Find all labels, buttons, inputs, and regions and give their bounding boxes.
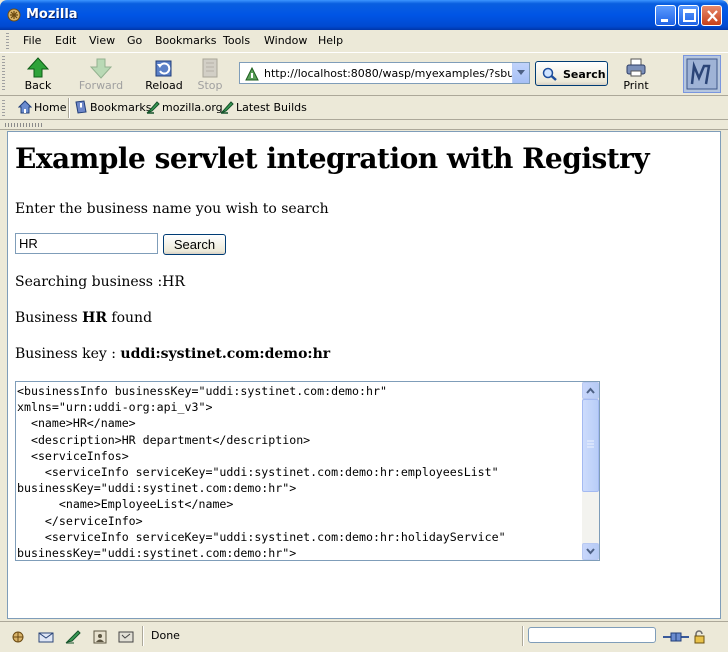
scroll-thumb[interactable] [582,399,599,492]
stop-button[interactable]: Stop [192,55,228,95]
personal-grip[interactable] [2,100,5,116]
search-icon [542,67,557,81]
latest-builds-label: Latest Builds [236,101,307,114]
forward-button[interactable]: Forward [78,55,124,95]
searching-text: Searching business :HR [15,274,185,290]
navigator-icon[interactable] [10,630,26,644]
mozilla-icon [7,8,21,22]
found-text: Business HR found [15,310,152,326]
print-button[interactable]: Print [618,55,654,95]
page-proxy-icon [245,66,259,81]
printer-icon [626,58,646,77]
searching-prefix: Searching business : [15,274,163,290]
menu-bar: File Edit View Go Bookmarks Tools Window… [0,30,728,52]
back-button[interactable]: Back [18,55,58,95]
security-lock-icon[interactable] [692,630,708,644]
back-label: Back [24,79,52,92]
searching-value: HR [162,274,185,290]
url-history-dropdown[interactable] [512,63,529,83]
chat-icon[interactable] [118,630,134,644]
xml-scrollbar[interactable] [582,382,599,560]
scroll-down-button[interactable] [582,543,599,560]
home-button[interactable]: Home [18,100,66,114]
home-label: Home [34,101,67,114]
status-text: Done [151,629,180,642]
menu-go[interactable]: Go [127,34,142,47]
search-button[interactable]: Search [535,61,608,86]
status-separator-2 [522,626,524,646]
found-name: HR [82,310,107,326]
business-key-text: Business key : uddi:systinet.com:demo:hr [15,346,330,362]
mozilla-org-label: mozilla.org [162,101,223,114]
menu-file[interactable]: File [23,34,41,47]
menu-edit[interactable]: Edit [55,34,76,47]
online-connection-icon[interactable] [662,630,690,644]
page-content: Example servlet integration with Registr… [7,131,721,619]
status-separator [142,626,144,646]
url-bar[interactable]: http://localhost:8080/wasp/myexamples/?s… [239,62,530,84]
found-prefix: Business [15,310,83,326]
forward-label: Forward [78,79,124,92]
xml-textarea[interactable]: <businessInfo businessKey="uddi:systinet… [15,381,600,561]
url-text: http://localhost:8080/wasp/myexamples/?s… [264,67,512,80]
reload-icon [155,60,172,77]
xml-content: <businessInfo businessKey="uddi:systinet… [17,384,506,561]
page-heading: Example servlet integration with Registr… [15,142,650,175]
window-title: Mozilla [26,7,78,22]
mozilla-throbber[interactable] [683,55,721,93]
menu-window[interactable]: Window [264,34,307,47]
home-icon [18,100,32,114]
collapsed-toolbar [0,120,728,130]
grip-lines-icon [587,440,594,448]
bookmarks-icon [75,100,87,114]
key-prefix: Business key : [15,346,121,362]
bookmark-mozilla-org[interactable]: mozilla.org [146,100,223,114]
close-icon [707,10,718,22]
menu-tools[interactable]: Tools [223,34,250,47]
status-bar: Done [0,621,728,652]
bookmarks-button[interactable]: Bookmarks [74,100,151,114]
menu-view[interactable]: View [89,34,115,47]
menu-help[interactable]: Help [318,34,343,47]
progress-meter [528,627,656,643]
bookmark-link-icon [220,101,234,114]
found-suffix: found [106,310,153,326]
business-name-input[interactable]: HR [15,233,158,254]
bookmarks-label: Bookmarks [90,101,152,114]
forward-arrow-icon [90,58,112,79]
search-label: Search [563,68,606,81]
title-bar[interactable]: Mozilla [0,0,728,30]
reload-button[interactable]: Reload [144,55,184,95]
chevron-down-icon [586,548,595,555]
stop-icon [202,58,218,78]
close-button[interactable] [701,5,722,26]
maximize-icon [683,9,696,22]
menu-grip[interactable] [6,33,9,49]
bookmark-latest-builds[interactable]: Latest Builds [220,100,307,114]
reload-label: Reload [145,79,183,92]
back-arrow-icon [27,57,49,78]
mozilla-logo-icon [686,58,718,90]
scroll-up-button[interactable] [582,382,599,399]
collapsed-toolbar-grip[interactable] [5,123,43,127]
stop-label: Stop [197,79,223,92]
print-label: Print [623,79,649,92]
maximize-button[interactable] [678,5,699,26]
composer-icon[interactable] [65,630,81,644]
personal-separator [68,98,70,118]
personal-toolbar: Home Bookmarks mozilla.org Latest Builds [0,96,728,120]
search-prompt: Enter the business name you wish to sear… [15,201,329,217]
key-value: uddi:systinet.com:demo:hr [120,346,331,362]
address-book-icon[interactable] [92,630,108,644]
minimize-button[interactable] [655,5,676,26]
menu-bookmarks[interactable]: Bookmarks [155,34,216,47]
mail-icon[interactable] [38,630,54,644]
bookmark-link-icon [146,101,160,114]
nav-grip[interactable] [2,56,5,92]
chevron-up-icon [586,387,595,394]
business-search-button[interactable]: Search [163,234,226,255]
minimize-icon [661,19,668,22]
